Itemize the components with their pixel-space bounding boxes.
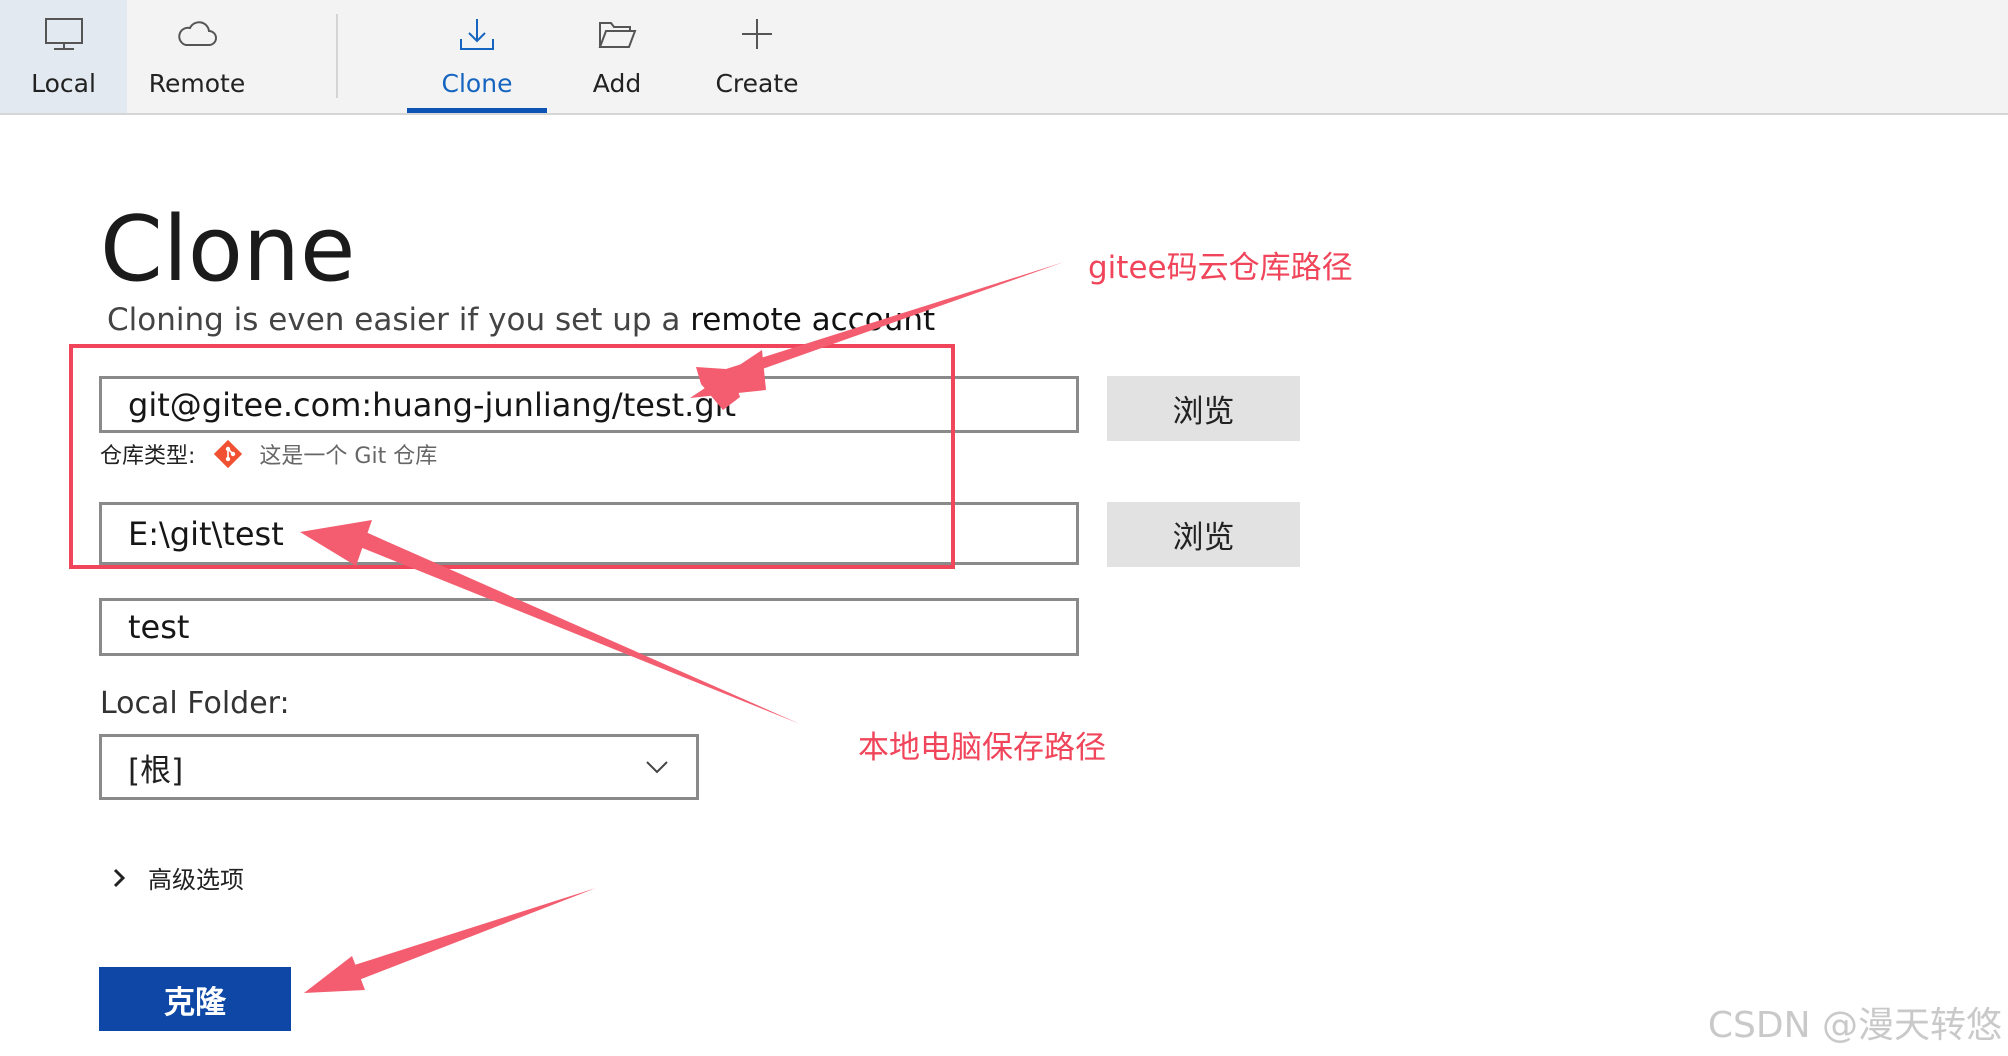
destination-path-input[interactable]: E:\git\test [99,502,1079,565]
repo-type-label: 仓库类型: [100,444,196,469]
tab-remote[interactable]: Remote [127,0,267,113]
plus-icon [742,19,772,49]
local-folder-label: Local Folder: [100,686,290,721]
page-subtitle: Cloning is even easier if you set up a r… [107,302,935,338]
git-logo-icon [214,439,243,469]
watermark: CSDN @漫天转悠 [1707,1005,2002,1046]
clone-button[interactable]: 克隆 [99,967,291,1031]
name-value: test [128,608,190,646]
repo-type-row: 仓库类型: 这是一个 Git 仓库 [100,438,437,470]
tab-local-label: Local [31,69,96,98]
tab-remote-label: Remote [148,69,246,98]
advanced-options-label: 高级选项 [148,866,244,894]
folder-open-icon [598,22,637,48]
browse-source-label: 浏览 [1172,394,1235,430]
advanced-options-toggle[interactable]: 高级选项 [112,860,244,895]
destination-path-value: E:\git\test [128,514,284,553]
source-url-value: git@gitee.com:huang-junliang/test.git [128,385,737,424]
tab-create[interactable]: Create [687,0,827,113]
local-folder-value: [根] [128,752,184,789]
repo-type-value: 这是一个 Git 仓库 [259,444,438,469]
annotation-remote-path: gitee码云仓库路径 [1088,250,1353,286]
monitor-icon [44,18,83,50]
tab-selected-indicator [407,108,547,113]
browse-source-button[interactable]: 浏览 [1107,376,1300,441]
cloud-icon [178,21,217,46]
annotation-local-path: 本地电脑保存路径 [858,730,1106,766]
browse-destination-button[interactable]: 浏览 [1107,502,1300,567]
chevron-down-icon [646,761,668,774]
chevron-right-icon [113,868,126,887]
subtitle-text: Cloning is even easier if you set up a [107,302,691,338]
clone-button-label: 克隆 [164,984,226,1021]
tab-add-label: Add [592,69,642,98]
tab-create-label: Create [715,69,799,98]
browse-destination-label: 浏览 [1172,520,1235,556]
download-icon [460,19,494,50]
remote-account-link[interactable]: remote account [690,302,935,338]
tab-local[interactable]: Local [0,0,127,113]
tab-clone[interactable]: Clone [407,0,547,113]
name-input[interactable]: test [99,598,1079,656]
source-url-input[interactable]: git@gitee.com:huang-junliang/test.git [99,376,1079,433]
page-title: Clone [100,197,356,302]
arrow-to-clone [345,888,596,983]
top-tab-bar: Local Remote Clone Add Create [0,0,2008,115]
tab-add[interactable]: Add [547,0,687,113]
arrow-head-clone [304,956,365,993]
local-folder-select[interactable]: [根] [99,734,699,800]
tab-divider [336,14,338,98]
tab-clone-label: Clone [441,69,513,98]
